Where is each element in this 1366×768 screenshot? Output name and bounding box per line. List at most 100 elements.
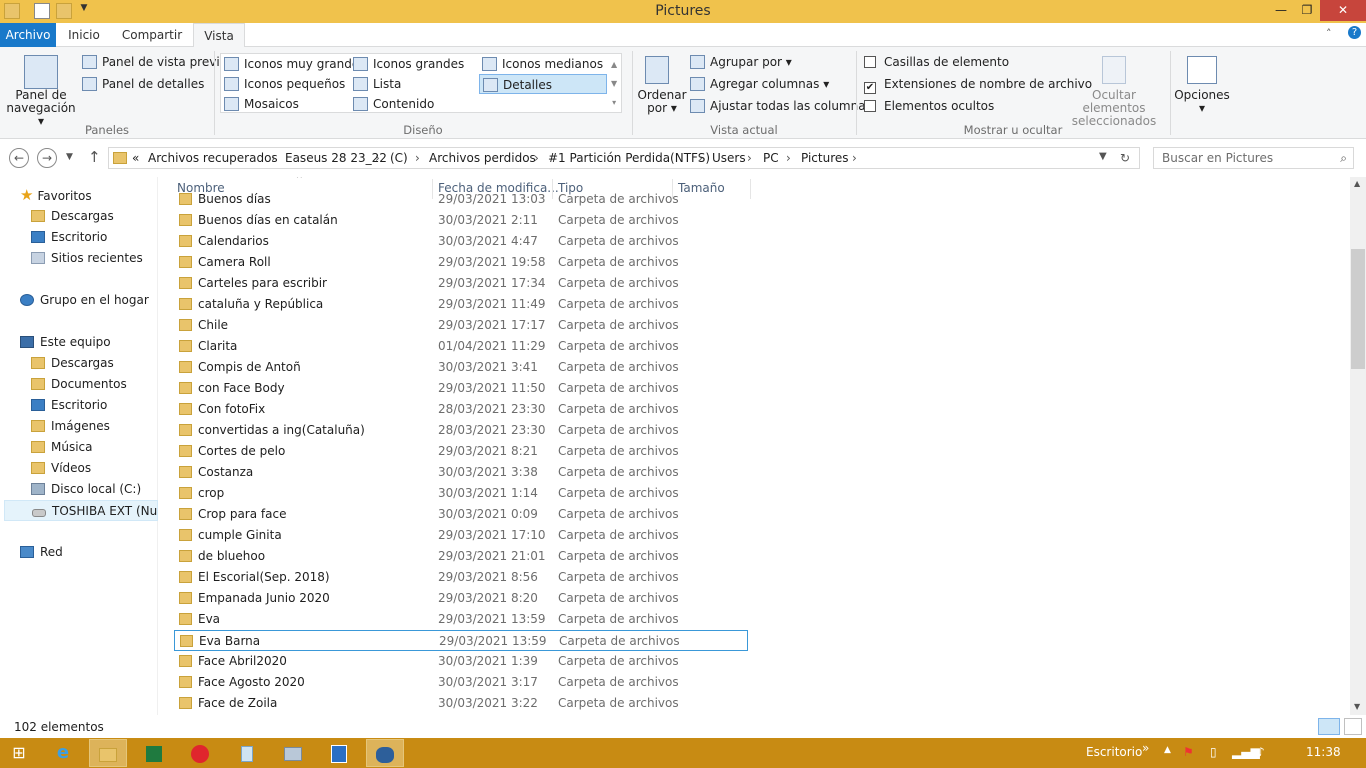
add-columns-button[interactable]: Agregar columnas ▾ bbox=[690, 76, 829, 92]
address-dropdown-icon[interactable]: ▼ bbox=[1099, 151, 1107, 162]
sort-by-button[interactable]: Ordenar por ▾ bbox=[637, 89, 687, 115]
excel-icon[interactable] bbox=[135, 739, 173, 767]
breadcrumb-separator-icon[interactable]: › bbox=[271, 151, 276, 165]
breadcrumb[interactable]: Easeus 28 23_22 bbox=[285, 151, 387, 165]
table-row[interactable]: convertidas a ing(Cataluña) 28/03/2021 23… bbox=[174, 420, 748, 441]
table-row[interactable]: cataluña y República 29/03/2021 11:49 Carp… bbox=[174, 294, 748, 315]
recovery-app-icon[interactable] bbox=[366, 739, 404, 767]
desktop-toolbar-label[interactable]: Escritorio bbox=[1086, 745, 1142, 759]
breadcrumb[interactable]: Users bbox=[712, 151, 746, 165]
scroll-up-icon[interactable]: ▲ bbox=[1354, 179, 1360, 188]
internet-explorer-icon[interactable]: e bbox=[44, 739, 82, 767]
refresh-icon[interactable]: ↻ bbox=[1120, 151, 1130, 165]
extensions-toggle[interactable]: ✔ Extensiones de nombre de archivo bbox=[864, 76, 1092, 94]
table-row[interactable]: Costanza 30/03/2021 3:38 Carpeta de archiv… bbox=[174, 462, 748, 483]
notepad-icon[interactable] bbox=[228, 739, 266, 767]
hidden-items-toggle[interactable]: Elementos ocultos bbox=[864, 98, 994, 114]
breadcrumb-separator-icon[interactable]: › bbox=[534, 151, 539, 165]
nav-item-toshiba-ext[interactable]: TOSHIBA EXT (Nuer bbox=[4, 500, 158, 521]
checkbox-checked[interactable]: ✔ bbox=[864, 82, 876, 94]
table-row[interactable]: Chile 29/03/2021 17:17 Carpeta de archivos bbox=[174, 315, 748, 336]
table-row[interactable]: Compis de Antoñ 30/03/2021 3:41 Carpeta de… bbox=[174, 357, 748, 378]
nav-item-musica[interactable]: Música bbox=[31, 437, 93, 458]
network-signal-icon[interactable]: ▂▄▆ bbox=[1232, 745, 1260, 759]
layout-tiles[interactable]: Mosaicos bbox=[224, 96, 299, 112]
options-button[interactable]: Opciones ▾ bbox=[1172, 89, 1232, 115]
breadcrumb[interactable]: Archivos recuperados bbox=[148, 151, 278, 165]
address-bar[interactable]: « Archivos recuperados › Easeus 28 23_22… bbox=[108, 147, 1140, 169]
nav-item-imagenes[interactable]: Imágenes bbox=[31, 416, 110, 437]
table-row[interactable]: Buenos días en catalán 30/03/2021 2:11 Car… bbox=[174, 210, 748, 231]
breadcrumb[interactable]: PC bbox=[763, 151, 779, 165]
layout-scroll[interactable]: ▲ ▼ ▾ bbox=[611, 55, 617, 112]
tab-vista[interactable]: Vista bbox=[193, 23, 245, 48]
up-arrow-icon[interactable]: ↑ bbox=[88, 148, 101, 166]
table-row[interactable]: Camera Roll 29/03/2021 19:58 Carpeta de ar… bbox=[174, 252, 748, 273]
table-row[interactable]: Face Agosto 2020 30/03/2021 3:17 Carpeta d… bbox=[174, 672, 748, 693]
help-icon[interactable]: ? bbox=[1348, 26, 1361, 39]
table-row[interactable]: con Face Body 29/03/2021 11:50 Carpeta de … bbox=[174, 378, 748, 399]
nav-item-sitios-recientes[interactable]: Sitios recientes bbox=[31, 248, 143, 269]
breadcrumb-separator-icon[interactable]: › bbox=[852, 151, 857, 165]
search-input[interactable]: Buscar en Pictures ⌕ bbox=[1153, 147, 1354, 169]
nav-item-descargas[interactable]: Descargas bbox=[31, 353, 114, 374]
layout-medium-icons[interactable]: Iconos medianos bbox=[482, 56, 603, 72]
nav-homegroup[interactable]: Grupo en el hogar bbox=[20, 290, 149, 311]
table-row[interactable]: Crop para face 30/03/2021 0:09 Carpeta de … bbox=[174, 504, 748, 525]
vertical-scrollbar[interactable]: ▲ ▼ bbox=[1350, 177, 1366, 715]
app-icon[interactable] bbox=[274, 739, 312, 767]
details-pane-button[interactable]: Panel de detalles bbox=[82, 76, 204, 92]
table-row[interactable]: El Escorial(Sep. 2018) 29/03/2021 8:56 Car… bbox=[174, 567, 748, 588]
breadcrumb-separator-icon[interactable]: › bbox=[786, 151, 791, 165]
collapse-ribbon-icon[interactable]: ˄ bbox=[1326, 27, 1332, 40]
clock[interactable]: 11:38 bbox=[1306, 745, 1341, 759]
breadcrumb[interactable]: Archivos perdidos bbox=[429, 151, 536, 165]
toolbar-expand-icon[interactable]: » bbox=[1142, 741, 1149, 755]
nav-item-videos[interactable]: Vídeos bbox=[31, 458, 91, 479]
layout-content[interactable]: Contenido bbox=[353, 96, 434, 112]
item-checkboxes-toggle[interactable]: Casillas de elemento bbox=[864, 54, 1009, 70]
tab-inicio[interactable]: Inicio bbox=[58, 23, 110, 47]
nav-item-disco-local[interactable]: Disco local (C:) bbox=[31, 479, 141, 500]
nav-favorites[interactable]: ★ Favoritos bbox=[20, 185, 92, 206]
layout-extra-large-icons[interactable]: Iconos muy grandes bbox=[224, 56, 365, 72]
recent-locations-chevron-icon[interactable]: ▼ bbox=[66, 152, 73, 162]
scrollbar-thumb[interactable] bbox=[1351, 249, 1365, 369]
breadcrumb-separator-icon[interactable]: › bbox=[375, 151, 380, 165]
nav-item-descargas[interactable]: Descargas bbox=[31, 206, 114, 227]
show-hidden-icons-icon[interactable]: ▲ bbox=[1164, 745, 1171, 755]
minimize-button[interactable]: — bbox=[1268, 0, 1294, 21]
layout-details[interactable]: Detalles bbox=[479, 74, 607, 94]
table-row[interactable]: Carteles para escribir 29/03/2021 17:34 Ca… bbox=[174, 273, 748, 294]
group-by-button[interactable]: Agrupar por ▾ bbox=[690, 54, 792, 70]
forward-arrow-icon[interactable]: → bbox=[37, 148, 57, 168]
table-row[interactable]: Face de Zoila 30/03/2021 3:22 Carpeta de a… bbox=[174, 693, 748, 714]
breadcrumb-separator-icon[interactable]: › bbox=[747, 151, 752, 165]
nav-item-escritorio[interactable]: Escritorio bbox=[31, 395, 107, 416]
scroll-down-icon[interactable]: ▼ bbox=[1354, 702, 1360, 711]
table-row[interactable]: Eva 29/03/2021 13:59 Carpeta de archivos bbox=[174, 609, 748, 630]
table-row[interactable]: Buenos días 29/03/2021 13:03 Carpeta de ar… bbox=[174, 189, 748, 210]
breadcrumb-current[interactable]: Pictures bbox=[801, 151, 849, 165]
table-row[interactable]: crop 30/03/2021 1:14 Carpeta de archivos bbox=[174, 483, 748, 504]
checkbox[interactable] bbox=[864, 100, 876, 112]
navigation-pane-icon[interactable] bbox=[24, 55, 58, 89]
tab-archivo[interactable]: Archivo bbox=[0, 23, 56, 47]
table-row[interactable]: Eva Barna 29/03/2021 13:59 Carpeta de arch… bbox=[174, 630, 748, 651]
breadcrumb-separator-icon[interactable]: › bbox=[415, 151, 420, 165]
close-button[interactable]: ✕ bbox=[1320, 0, 1366, 21]
table-row[interactable]: Empanada Junio 2020 29/03/2021 8:20 Carpet… bbox=[174, 588, 748, 609]
volume-icon[interactable]: ♪ bbox=[1257, 745, 1265, 759]
table-row[interactable]: cumple Ginita 29/03/2021 17:10 Carpeta de … bbox=[174, 525, 748, 546]
table-row[interactable]: Con fotoFix 28/03/2021 23:30 Carpeta de ar… bbox=[174, 399, 748, 420]
breadcrumb[interactable]: (C) bbox=[390, 151, 408, 165]
preview-pane-button[interactable]: Panel de vista previa bbox=[82, 54, 227, 70]
nav-this-pc[interactable]: Este equipo bbox=[20, 332, 111, 353]
table-row[interactable]: de bluehoo 29/03/2021 21:01 Carpeta de arc… bbox=[174, 546, 748, 567]
opera-icon[interactable] bbox=[181, 739, 219, 767]
checkbox[interactable] bbox=[864, 56, 876, 68]
layout-small-icons[interactable]: Iconos pequeños bbox=[224, 76, 345, 92]
back-arrow-icon[interactable]: ← bbox=[9, 148, 29, 168]
breadcrumb-separator-icon[interactable]: › bbox=[698, 151, 703, 165]
table-row[interactable]: Calendarios 30/03/2021 4:47 Carpeta de arc… bbox=[174, 231, 748, 252]
